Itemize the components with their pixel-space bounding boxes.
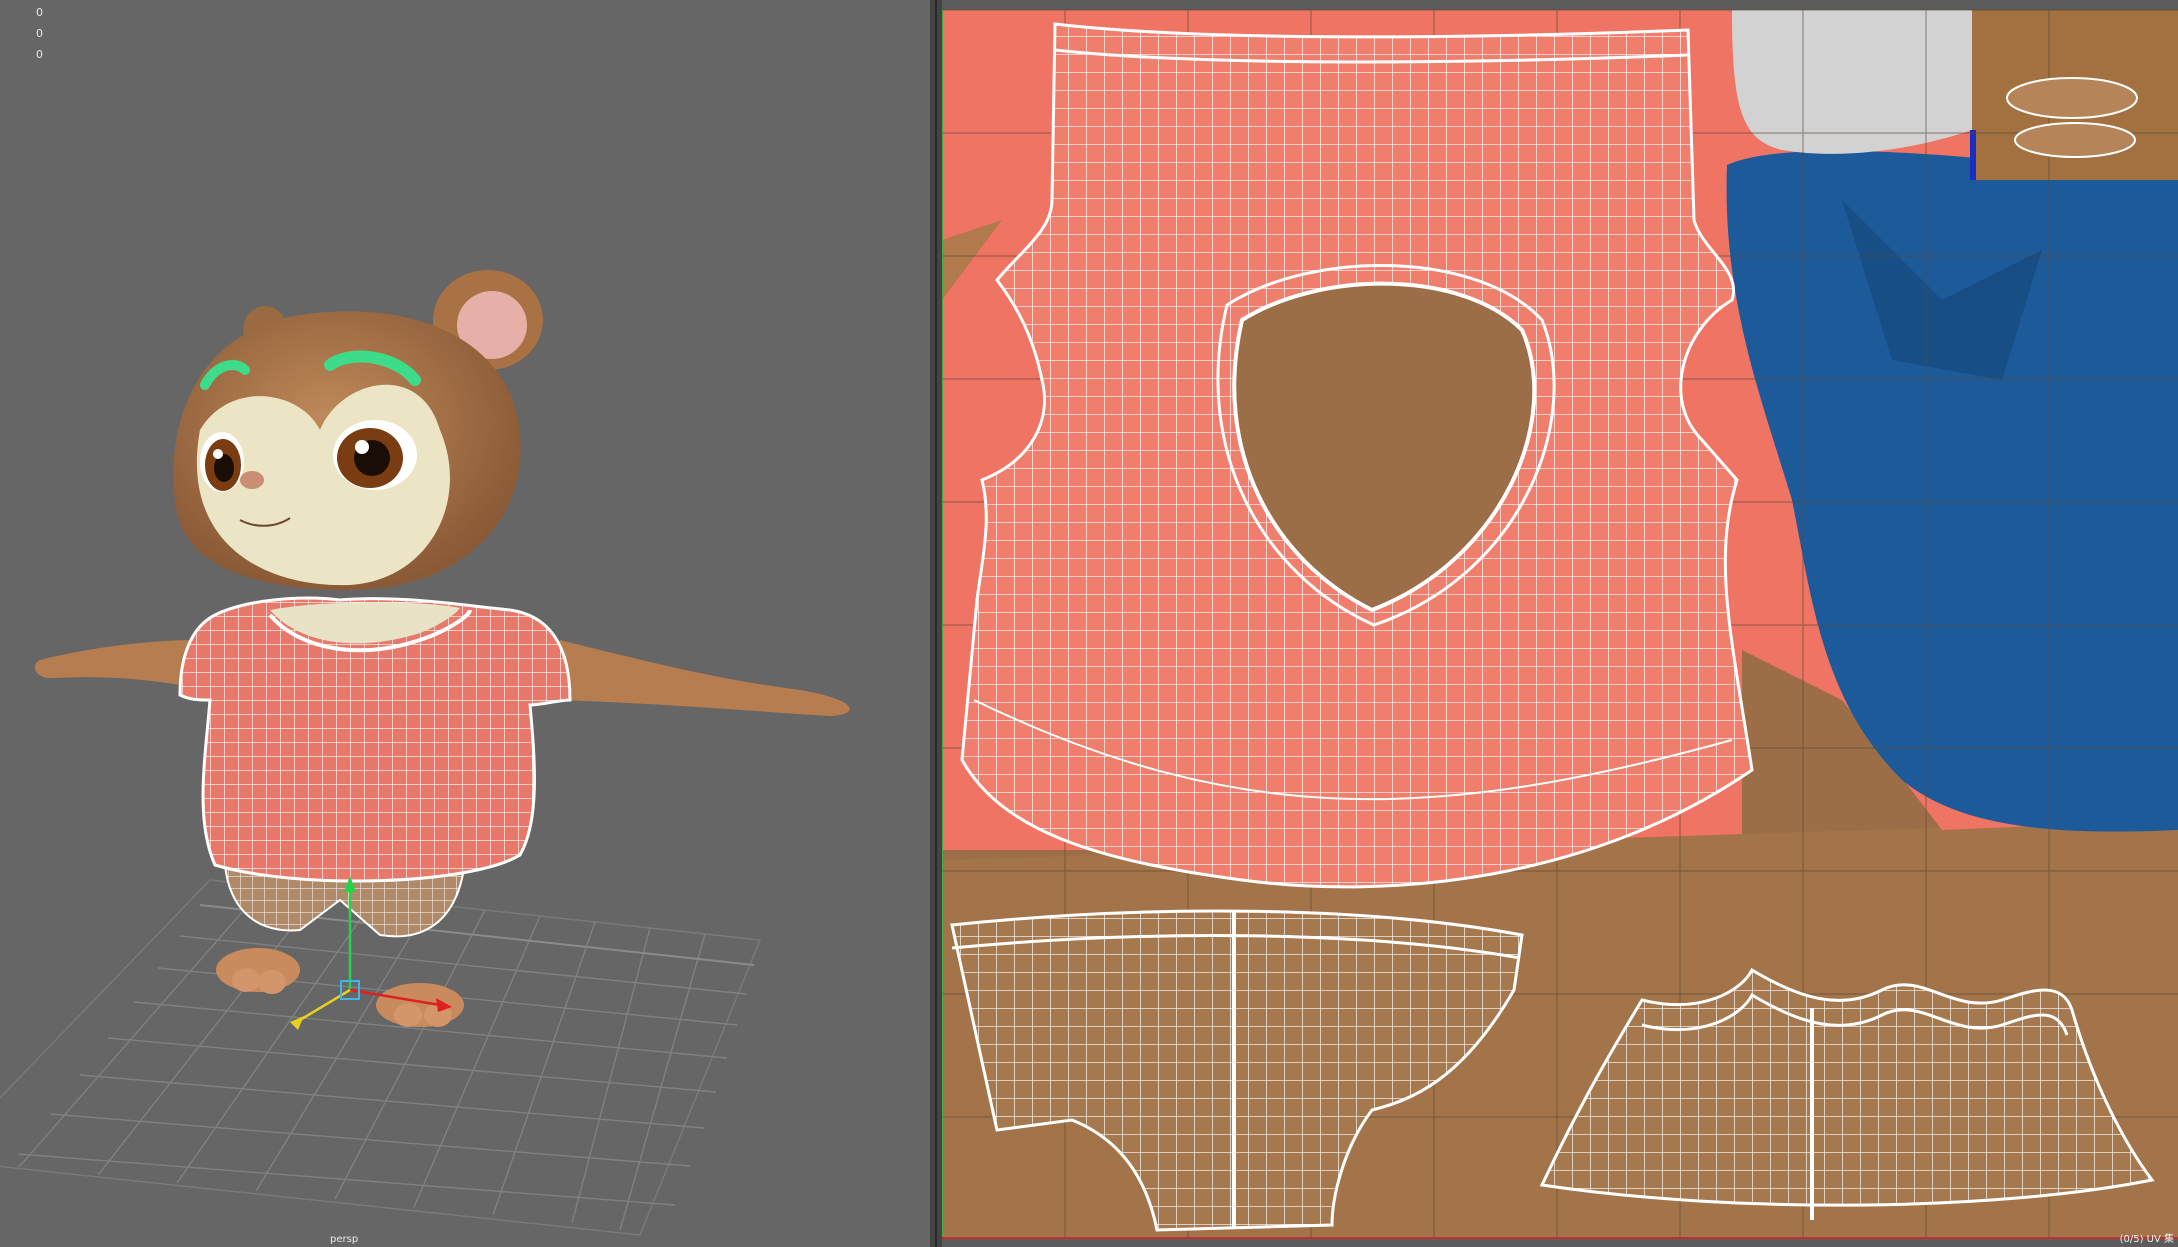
scene-canvas: [0, 270, 850, 1236]
character-head: [173, 270, 543, 590]
perspective-viewport[interactable]: 0 0 0 persp: [0, 0, 930, 1247]
uv-canvas: [942, 9, 2178, 1239]
uv-editor-panel[interactable]: (0/5) UV 集: [942, 0, 2178, 1247]
uv-shell-brow-2: [2014, 122, 2136, 158]
camera-label: persp: [330, 1234, 359, 1245]
uv-shell-brow-1: [2006, 77, 2138, 119]
uv-gray-shell: [1732, 10, 1972, 154]
uv-status-text: (0/5) UV 集: [2119, 1234, 2174, 1245]
splitter-line: [935, 0, 937, 1247]
